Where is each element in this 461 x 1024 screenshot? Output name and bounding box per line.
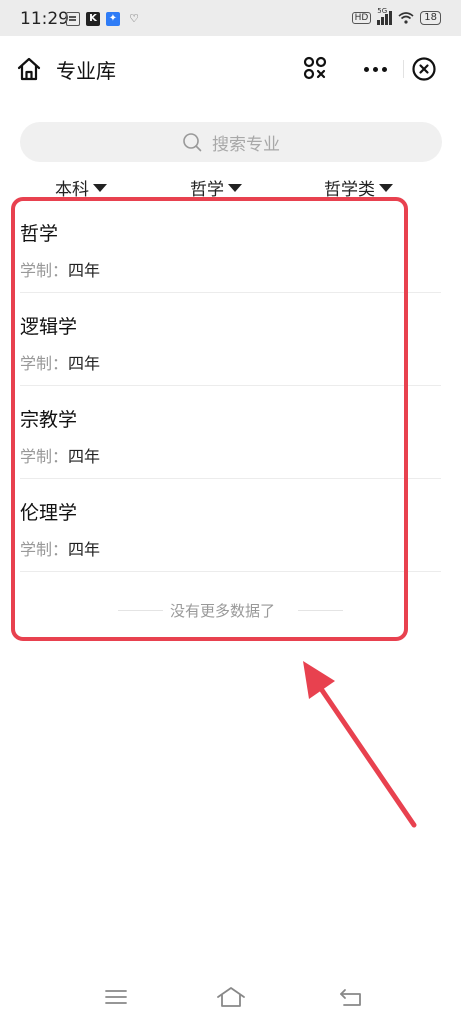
- search-icon: [183, 133, 202, 152]
- page-title: 专业库: [56, 59, 116, 83]
- status-bar: 11:29 K ✦ ♡ HD 5G 18: [0, 0, 461, 36]
- dot-icon: [372, 66, 378, 72]
- caret-down-icon: [93, 183, 107, 192]
- annotation-highlight-box: [11, 197, 408, 641]
- search-placeholder: 搜索专业: [212, 134, 280, 155]
- navbar: 专业库: [0, 36, 461, 100]
- system-navigation-bar: [0, 975, 461, 1024]
- menu-icon[interactable]: [104, 987, 128, 1007]
- signal-icon: 5G: [377, 7, 393, 25]
- dot-icon: [381, 66, 387, 72]
- dot-icon: [363, 66, 369, 72]
- search-input[interactable]: 搜索专业: [20, 122, 442, 162]
- status-time: 11:29: [20, 9, 69, 29]
- caret-down-icon: [379, 183, 393, 192]
- annotation-arrow-icon: [303, 661, 417, 828]
- home-nav-icon[interactable]: [215, 985, 247, 1009]
- close-icon[interactable]: [411, 56, 437, 82]
- back-icon[interactable]: [338, 985, 364, 1009]
- more-button[interactable]: [347, 50, 403, 88]
- battery-indicator: 18: [420, 11, 441, 25]
- caret-down-icon: [228, 183, 242, 192]
- home-icon[interactable]: [16, 56, 42, 82]
- capsule-divider: [403, 60, 404, 78]
- heart-app-icon: ♡: [129, 12, 139, 25]
- k-app-icon: K: [86, 12, 100, 26]
- status-indicators: HD 5G 18: [351, 7, 441, 25]
- scan-icon[interactable]: [302, 55, 328, 81]
- a-app-icon: ✦: [106, 12, 120, 26]
- message-icon: [66, 12, 80, 26]
- wifi-icon: [398, 12, 414, 24]
- mini-program-capsule: [347, 50, 447, 88]
- hd-badge: HD: [351, 12, 372, 24]
- network-type: 5G: [377, 7, 388, 15]
